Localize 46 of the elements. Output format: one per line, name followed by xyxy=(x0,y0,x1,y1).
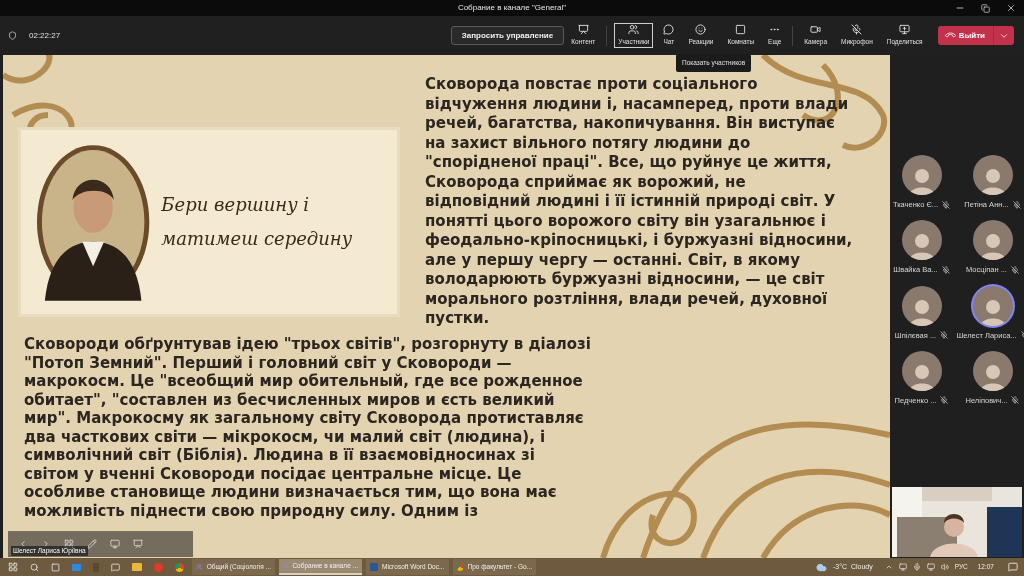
chat-icon xyxy=(663,24,675,36)
muted-mic-icon xyxy=(1012,200,1021,209)
next-icon[interactable] xyxy=(41,539,51,549)
slide-paragraph: Сковороди обґрунтував ідею "трьох світів", розгорнуту в діалозі "Потоп Земний". Перший і головний світ у Сковороди — макрокосм. Це "всеобщий мир обительный, где все рожденное обитает", "составлен из бесчисленных миров и єсть великий мир". Макрокосму як загальному світу Сковорода протиставляє два часткових світи — мікрокосм, чи малий світ (людина), і символічний світ (Біблія). Людина в її взаємовідносинах зі світом у вченні Сковороди посідає центральне місце. Це особливе становище людини визначається тим, що вона має можливість піднести свою природну силу. Одним із xyxy=(24,335,591,520)
grid-icon[interactable] xyxy=(64,539,74,549)
start-icon[interactable] xyxy=(8,562,18,572)
slide-paragraph: Сковорода повстає проти соціального відчуження людини і, насамперед, проти влади речей, багатства, накопичування. Він виступає на захист вільного потягу людини до "спорідненої праці". Все, що руйнує це життя, Сковорода сприймає як ворожий, не відповідний людині і її істинній природі світ. У понятті цього ворожого світу він узагальнює і феодально-кріпосницькі, і буржуазні відносини, але у першу чергу — останні. Світ, в якому володарюють буржуазні відносини, — це світ морального розтління, влади речей, духовної пустки. xyxy=(425,75,853,329)
rooms-icon xyxy=(735,24,747,36)
leave-button[interactable]: Выйти xyxy=(937,26,1014,45)
tray-caret-icon[interactable] xyxy=(884,563,893,571)
word-icon xyxy=(370,563,378,571)
screen-icon[interactable] xyxy=(110,539,120,549)
share-icon xyxy=(899,24,911,36)
teams-icon xyxy=(283,562,289,570)
previous-icon[interactable] xyxy=(18,539,28,549)
window-title: Собрание в канале "General" xyxy=(457,2,567,14)
muted-mic-icon xyxy=(1011,396,1020,405)
muted-mic-icon xyxy=(942,200,951,209)
mail-icon[interactable] xyxy=(72,563,81,571)
pen-icon[interactable] xyxy=(87,539,97,549)
muted-mic-icon xyxy=(1010,265,1019,274)
chrome-icon xyxy=(457,563,464,571)
presentation-icon[interactable] xyxy=(133,539,143,549)
volume-icon[interactable] xyxy=(940,563,949,571)
muted-mic-icon xyxy=(940,331,949,340)
request-control-button[interactable]: Запросить управление xyxy=(450,26,565,45)
meeting-timer: 02:22:27 xyxy=(29,29,61,42)
motto: Бери вершину і матимеш середину xyxy=(161,193,354,251)
muted-mic-icon xyxy=(940,396,949,405)
restore-icon[interactable] xyxy=(981,3,990,13)
chrome-icon[interactable] xyxy=(175,562,184,572)
screen-icon xyxy=(577,24,589,36)
muted-mic-icon xyxy=(941,265,950,274)
mic-icon[interactable] xyxy=(912,563,921,571)
search-icon[interactable] xyxy=(30,562,39,572)
task-view-icon[interactable] xyxy=(51,562,60,572)
muted-mic-icon xyxy=(851,24,863,36)
shield-icon xyxy=(8,31,17,40)
smiley-icon xyxy=(695,24,707,36)
close-icon[interactable] xyxy=(1006,3,1016,13)
notifications-icon[interactable] xyxy=(1008,562,1018,572)
people-icon xyxy=(628,24,640,36)
cloud-icon[interactable] xyxy=(815,561,827,573)
teams-icon xyxy=(196,563,203,571)
camera-icon xyxy=(810,24,822,36)
leave-label: Выйти xyxy=(958,29,985,42)
